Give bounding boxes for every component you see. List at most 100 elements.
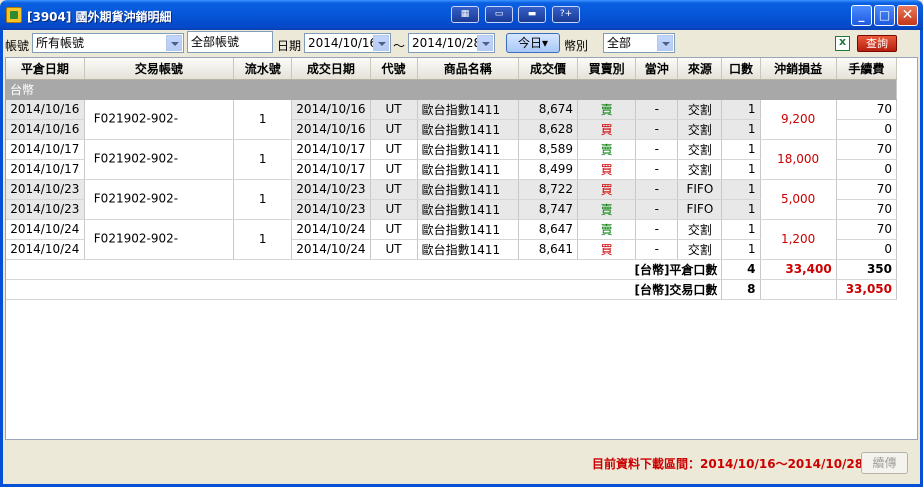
minimize-button[interactable]: _ <box>851 5 872 26</box>
cell-daytrade: - <box>635 199 679 220</box>
cell-close-date: 2014/10/24 <box>6 219 85 240</box>
summary-qty: 8 <box>721 279 761 300</box>
currency-select[interactable]: 全部 <box>603 33 675 53</box>
col-header-side[interactable]: 買賣別 <box>577 58 637 80</box>
summary-label: [台幣]平倉口數 <box>6 259 723 280</box>
cell-close-date: 2014/10/16 <box>6 119 85 140</box>
cell-trade-date: 2014/10/24 <box>291 239 371 260</box>
cell-fee: 70 <box>836 99 898 120</box>
cell-price: 8,722 <box>518 179 579 200</box>
cell-fee: 70 <box>836 139 898 160</box>
col-header-product[interactable]: 商品名稱 <box>417 58 519 80</box>
download-range-status: 目前資料下載區間：2014/10/16～2014/10/28 <box>592 457 864 471</box>
cell-product: 歐台指數1411 <box>417 179 519 200</box>
cell-qty: 1 <box>721 219 761 240</box>
table-row[interactable]: 2014/10/16 F021902-902- 1 2014/10/16 UT … <box>6 99 898 140</box>
cell-code: UT <box>370 239 418 260</box>
col-header-trade-date[interactable]: 成交日期 <box>291 58 371 80</box>
offset-detail-grid[interactable]: 平倉日期 交易帳號 流水號 成交日期 代號 商品名稱 成交價 買賣別 當沖 來源… <box>5 57 918 440</box>
cell-code: UT <box>370 99 418 120</box>
group-row[interactable]: 台幣 <box>6 79 897 100</box>
cell-side: 賣 <box>577 139 637 160</box>
date-to-value: 2014/10/28 <box>412 36 482 50</box>
cell-source: FIFO <box>677 199 723 220</box>
cell-close-date: 2014/10/17 <box>6 159 85 180</box>
close-button[interactable]: ✕ <box>897 5 918 26</box>
cell-trade-date: 2014/10/23 <box>291 179 371 200</box>
col-header-qty[interactable]: 口數 <box>721 58 761 80</box>
cell-pnl: 18,000 <box>760 139 837 180</box>
layout-icon[interactable]: ▦ <box>451 6 479 23</box>
chevron-down-icon[interactable] <box>477 35 493 51</box>
table-row[interactable]: 2014/10/23 F021902-902- 1 2014/10/23 UT … <box>6 179 898 220</box>
screen-icon[interactable]: ▭ <box>485 6 513 23</box>
account-text-field[interactable]: 全部帳號 <box>187 31 273 53</box>
help-icon[interactable]: ?+ <box>552 6 580 23</box>
today-button[interactable]: 今日▾ <box>506 33 560 53</box>
col-header-account[interactable]: 交易帳號 <box>84 58 235 80</box>
cell-serial: 1 <box>233 139 293 180</box>
cell-qty: 1 <box>721 99 761 120</box>
table-row[interactable]: 2014/10/17 F021902-902- 1 2014/10/17 UT … <box>6 139 898 180</box>
masked-account-suffix <box>178 189 225 209</box>
col-header-source[interactable]: 來源 <box>677 58 723 80</box>
continue-download-button[interactable]: 續傳 <box>861 452 908 474</box>
date-from-value: 2014/10/16 <box>308 36 378 50</box>
summary-fee: 350 <box>836 259 898 280</box>
excel-export-icon[interactable] <box>835 35 850 51</box>
app-icon <box>6 7 22 23</box>
cell-trade-date: 2014/10/17 <box>291 139 371 160</box>
cell-serial: 1 <box>233 99 293 140</box>
summary-net: 33,050 <box>836 279 898 300</box>
masked-account-suffix <box>178 149 225 169</box>
cell-product: 歐台指數1411 <box>417 139 519 160</box>
cell-daytrade: - <box>635 239 679 260</box>
date-to-picker[interactable]: 2014/10/28 <box>408 33 495 53</box>
cell-trade-date: 2014/10/16 <box>291 99 371 120</box>
summary-row-traded[interactable]: [台幣]交易口數 8 33,050 <box>6 279 898 300</box>
chevron-down-icon[interactable] <box>166 35 182 51</box>
cell-source: 交割 <box>677 139 723 160</box>
currency-label: 幣別 <box>564 39 589 53</box>
cell-side: 賣 <box>577 199 637 220</box>
summary-pnl <box>760 279 837 300</box>
col-header-close-date[interactable]: 平倉日期 <box>6 58 85 80</box>
col-header-pnl[interactable]: 沖銷損益 <box>760 58 837 80</box>
col-header-code[interactable]: 代號 <box>370 58 418 80</box>
chevron-down-icon[interactable] <box>373 35 389 51</box>
cell-close-date: 2014/10/17 <box>6 139 85 160</box>
cell-code: UT <box>370 139 418 160</box>
cell-fee: 0 <box>836 119 898 140</box>
title-bar: [3904] 國外期貨沖銷明細 ▦ ▭ ▬ ?+ _ □ ✕ <box>0 0 923 30</box>
cell-trade-date: 2014/10/23 <box>291 199 371 220</box>
cell-account: F021902-902- <box>84 139 235 180</box>
cell-daytrade: - <box>635 139 679 160</box>
chevron-down-icon[interactable] <box>657 35 673 51</box>
cell-close-date: 2014/10/23 <box>6 179 85 200</box>
table-row[interactable]: 2014/10/24 F021902-902- 1 2014/10/24 UT … <box>6 219 898 260</box>
date-from-picker[interactable]: 2014/10/16 <box>304 33 391 53</box>
cell-price: 8,628 <box>518 119 579 140</box>
summary-row-closed[interactable]: [台幣]平倉口數 4 33,400 350 <box>6 259 898 280</box>
cell-product: 歐台指數1411 <box>417 219 519 240</box>
col-header-fee[interactable]: 手續費 <box>836 58 898 80</box>
cell-fee: 70 <box>836 179 898 200</box>
col-header-price[interactable]: 成交價 <box>518 58 579 80</box>
cell-daytrade: - <box>635 219 679 240</box>
window-title: [3904] 國外期貨沖銷明細 <box>27 10 172 24</box>
cell-qty: 1 <box>721 239 761 260</box>
col-header-daytrade[interactable]: 當沖 <box>635 58 679 80</box>
cell-side: 買 <box>577 239 637 260</box>
window-icon[interactable]: ▬ <box>518 6 546 23</box>
cell-source: 交割 <box>677 99 723 120</box>
account-select[interactable]: 所有帳號 <box>32 33 184 53</box>
date-separator: ～ <box>393 39 406 53</box>
group-label: 台幣 <box>6 79 897 100</box>
maximize-button[interactable]: □ <box>874 5 895 26</box>
col-header-serial[interactable]: 流水號 <box>233 58 293 80</box>
masked-account-suffix <box>178 109 225 129</box>
cell-daytrade: - <box>635 99 679 120</box>
cell-code: UT <box>370 179 418 200</box>
query-button[interactable]: 查詢 <box>857 35 897 52</box>
cell-product: 歐台指數1411 <box>417 239 519 260</box>
